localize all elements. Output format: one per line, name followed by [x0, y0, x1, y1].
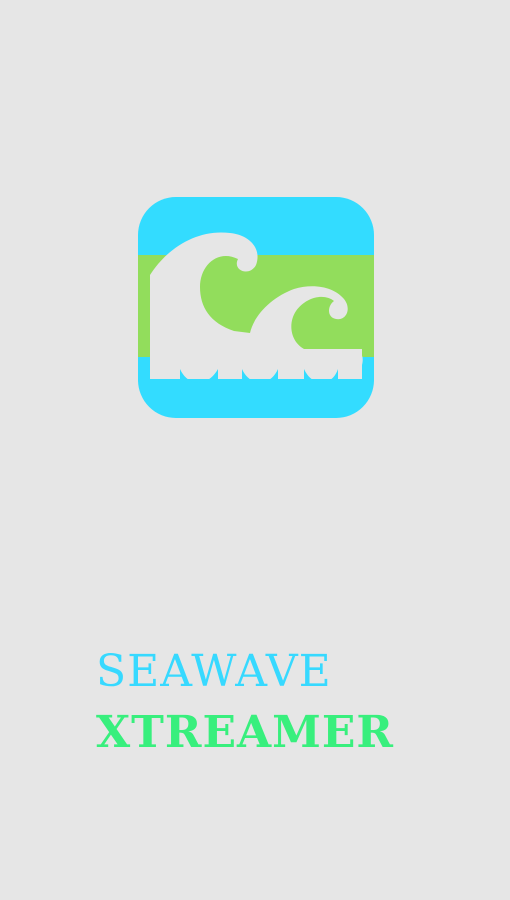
wave-icon	[138, 197, 374, 418]
brand-title-line-2: XTREAMER	[96, 707, 394, 758]
app-logo	[138, 197, 374, 418]
brand-title-line-1: SEAWAVE	[96, 646, 332, 697]
logo-top-band	[138, 197, 374, 255]
splash-screen: SEAWAVE XTREAMER	[0, 0, 510, 900]
